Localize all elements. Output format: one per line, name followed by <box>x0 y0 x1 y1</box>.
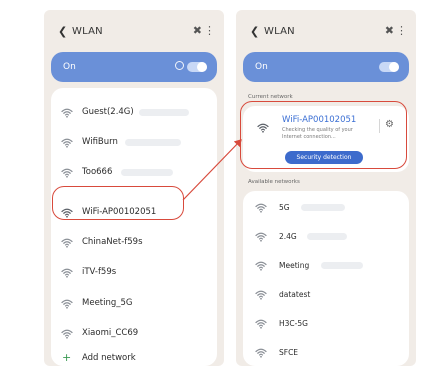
network-name: 5G <box>279 203 290 212</box>
network-row[interactable]: 2.4G <box>243 222 409 251</box>
network-row[interactable]: Meeting <box>243 251 409 280</box>
network-row[interactable]: H3C-5G <box>243 309 409 338</box>
left-wlan-screen: ❮ WLAN ✖ ⋮ On Guest(2.4G) WifiBurn Too66… <box>44 10 224 366</box>
current-network-heading: Current network <box>248 94 293 100</box>
wifi-icon <box>255 290 267 300</box>
network-name: WifiBurn <box>82 137 118 147</box>
x-scan-icon[interactable]: ✖ <box>385 24 394 38</box>
right-wlan-screen: ❮ WLAN ✖ ⋮ On Current network WiFi-AP001… <box>236 10 416 366</box>
wifi-icon <box>257 123 269 133</box>
wlan-header: ❮ WLAN ✖ ⋮ <box>236 22 416 42</box>
network-name: datatest <box>279 290 311 299</box>
network-row[interactable]: WifiBurn <box>51 128 217 158</box>
network-row[interactable]: datatest <box>243 280 409 309</box>
wifi-icon <box>61 208 73 218</box>
wifi-icon <box>61 108 73 118</box>
blurred-detail <box>125 139 181 146</box>
network-row[interactable]: Meeting_5G <box>51 289 217 319</box>
wlan-toggle-bar[interactable]: On <box>51 52 217 82</box>
wlan-switch[interactable] <box>187 62 207 72</box>
wifi-icon <box>255 319 267 329</box>
wlan-header: ❮ WLAN ✖ ⋮ <box>44 22 224 42</box>
blurred-detail <box>321 262 363 269</box>
network-name: Too666 <box>82 167 113 177</box>
wifi-icon <box>61 168 73 178</box>
network-name: Guest(2.4G) <box>82 107 134 117</box>
page-title: WLAN <box>72 26 103 37</box>
wifi-icon <box>61 329 73 339</box>
network-row[interactable]: iTV-f59s <box>51 258 217 288</box>
wlan-switch[interactable] <box>379 62 399 72</box>
switch-knob <box>197 62 207 72</box>
page-title: WLAN <box>264 26 295 37</box>
wifi-icon <box>255 348 267 358</box>
toggle-label: On <box>255 62 268 72</box>
blurred-detail <box>139 109 189 116</box>
wifi-icon <box>255 232 267 242</box>
toggle-label: On <box>63 62 76 72</box>
chevron-left-icon[interactable]: ❮ <box>250 25 259 39</box>
network-row[interactable]: ChinaNet-f59s <box>51 228 217 258</box>
network-row[interactable]: Guest(2.4G) <box>51 98 217 128</box>
blurred-detail <box>121 169 173 176</box>
network-name: Meeting <box>279 261 310 270</box>
more-vertical-icon[interactable]: ⋮ <box>204 24 215 38</box>
available-network-list: 5G 2.4G Meeting datatest H3C-5G SFCE <box>243 191 409 366</box>
wifi-icon <box>61 238 73 248</box>
radio-ring-icon <box>175 61 184 70</box>
switch-knob <box>389 62 399 72</box>
more-vertical-icon[interactable]: ⋮ <box>396 24 407 38</box>
wlan-toggle-bar[interactable]: On <box>243 52 409 82</box>
add-network-label: Add network <box>82 353 136 363</box>
network-name: SFCE <box>279 348 299 357</box>
wifi-icon <box>61 138 73 148</box>
network-name: H3C-5G <box>279 319 308 328</box>
network-name: Xiaomi_CC69 <box>82 328 139 338</box>
network-row[interactable]: SFCE <box>243 338 409 366</box>
network-name: ChinaNet-f59s <box>82 237 143 247</box>
divider <box>379 119 380 133</box>
x-scan-icon[interactable]: ✖ <box>193 24 202 38</box>
blurred-detail <box>301 204 345 211</box>
wifi-icon <box>255 203 267 213</box>
network-name: WiFi-AP00102051 <box>82 207 157 217</box>
network-list: Guest(2.4G) WifiBurn Too666 WiFi-AP00102… <box>51 88 217 366</box>
security-detection-button[interactable]: Security detection <box>285 151 363 164</box>
gear-icon[interactable]: ⚙ <box>385 118 394 132</box>
network-row-highlighted[interactable]: WiFi-AP00102051 <box>51 198 217 228</box>
network-row[interactable]: 5G <box>243 193 409 222</box>
chevron-left-icon[interactable]: ❮ <box>58 25 67 39</box>
current-network-card[interactable]: WiFi-AP00102051 Checking the quality of … <box>243 106 409 172</box>
wifi-icon <box>255 261 267 271</box>
connection-status: Checking the quality of your Internet co… <box>282 127 353 140</box>
current-network-name: WiFi-AP00102051 <box>282 115 357 125</box>
wifi-icon <box>61 299 73 309</box>
plus-icon: + <box>62 351 72 364</box>
wifi-icon <box>61 268 73 278</box>
network-name: 2.4G <box>279 232 297 241</box>
available-networks-heading: Available networks <box>248 179 300 185</box>
network-name: iTV-f59s <box>82 267 117 277</box>
network-name: Meeting_5G <box>82 298 133 308</box>
blurred-detail <box>307 233 347 240</box>
network-row[interactable]: Too666 <box>51 158 217 188</box>
add-network-row[interactable]: + Add network <box>51 344 217 366</box>
